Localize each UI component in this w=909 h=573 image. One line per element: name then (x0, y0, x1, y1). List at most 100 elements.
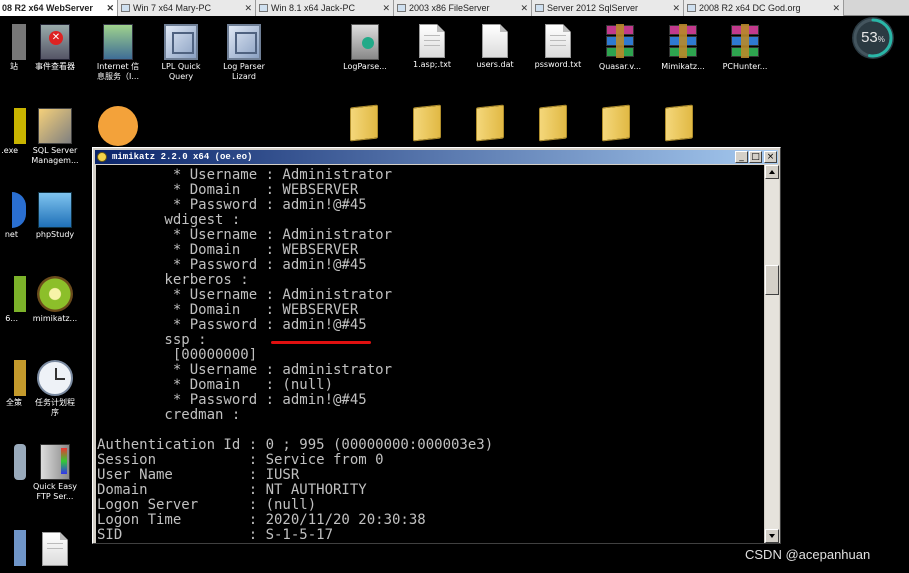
desktop-folder-4[interactable] (519, 104, 587, 142)
icon-label: Mimikatz... (661, 62, 705, 71)
console-scrollbar[interactable] (765, 165, 779, 543)
file-icon (42, 532, 68, 566)
desktop-icon-sql-server-management[interactable]: SQL Server Managem... (21, 108, 89, 166)
desktop-icon-logparse[interactable]: LogParse... (331, 24, 399, 72)
desktop-icon-task-scheduler[interactable]: 任务计划程 序 (21, 360, 89, 418)
icon-label: LPL Quick Query (161, 62, 201, 81)
scroll-down-arrow-icon[interactable] (765, 529, 779, 543)
vm-tab-win81[interactable]: Win 8.1 x64 Jack-PC ✕ (256, 0, 394, 16)
icon-label: mimikatz... (32, 314, 78, 323)
icon-label: PCHunter... (722, 62, 768, 71)
installer-icon (351, 24, 379, 60)
desktop-icon-mimikatz[interactable]: mimikatz... (21, 276, 89, 324)
icon-label: Quick Easy FTP Ser... (32, 482, 78, 501)
maximize-button[interactable]: □ (749, 151, 762, 163)
tab-close-icon[interactable]: ✕ (520, 0, 528, 16)
csdn-watermark: CSDN @acepanhuan (745, 547, 871, 562)
scroll-thumb[interactable] (765, 265, 779, 295)
console-line: * Domain : WEBSERVER (97, 302, 359, 318)
minimize-button[interactable]: _ (735, 151, 748, 163)
console-line: * Username : Administrator (97, 287, 393, 303)
desktop-icon-mimikatz-rar[interactable]: Mimikatz... (649, 24, 717, 72)
desktop-icon-phpstudy[interactable]: phpStudy (21, 192, 89, 240)
console-line: [00000000] (97, 347, 258, 363)
vm-icon (121, 4, 130, 12)
console-line: SID : S-1-5-17 (97, 527, 334, 543)
desktop-icon-lpl-quick-query[interactable]: LPL Quick Query (147, 24, 215, 82)
vm-icon (535, 4, 544, 12)
icon-label: Internet 信 息服务（I... (96, 62, 140, 81)
desktop-icon-event-viewer[interactable]: ✕ 事件查看器 (21, 24, 89, 72)
desktop-icon-iis[interactable]: Internet 信 息服务（I... (84, 24, 152, 82)
log-parser-cube-icon (227, 24, 261, 60)
red-underline-annotation (271, 341, 371, 344)
kiwi-icon (37, 276, 73, 312)
desktop-icon-quick-easy-ftp[interactable]: Quick Easy FTP Ser... (21, 444, 89, 502)
tab-label: Server 2012 SqlServer (547, 3, 639, 13)
desktop-icon-pssword-txt[interactable]: pssword.txt (524, 24, 592, 70)
icon-label: 1.asp;.txt (412, 60, 452, 69)
icon-label: 任务计划程 序 (35, 398, 75, 417)
vm-tab-2012[interactable]: Server 2012 SqlServer ✕ (532, 0, 684, 16)
console-line: * Domain : (null) (97, 377, 334, 393)
desktop-icon-pchunter[interactable]: PCHunter... (711, 24, 779, 72)
console-line: * Password : admin!@#45 (97, 197, 367, 213)
console-line: Logon Time : 2020/11/20 20:30:38 (97, 512, 426, 528)
vm-tab-dc[interactable]: 2008 R2 x64 DC God.org ✕ (684, 0, 844, 16)
icon-label: LogParse... (343, 62, 387, 71)
desktop-folder-6[interactable] (645, 104, 713, 142)
tab-label: Win 8.1 x64 Jack-PC (271, 3, 356, 13)
desktop-folder-2[interactable] (393, 104, 461, 142)
desktop-icon-file-bottom[interactable] (21, 532, 89, 566)
console-output[interactable]: * Username : Administrator * Domain : WE… (96, 165, 764, 543)
tab-close-icon[interactable]: ✕ (106, 0, 114, 16)
icon-label: users.dat (476, 60, 514, 69)
console-line: kerberos : (97, 272, 249, 288)
folder-icon (350, 104, 378, 142)
iis-icon (103, 24, 133, 60)
desktop-icon-quasar[interactable]: Quasar.v... (586, 24, 654, 72)
tab-label: 2003 x86 FileServer (409, 3, 490, 13)
mimikatz-app-icon (97, 152, 107, 162)
console-line: Domain : NT AUTHORITY (97, 482, 367, 498)
tab-label: 08 R2 x64 WebServer (2, 3, 93, 13)
tab-close-icon[interactable]: ✕ (832, 0, 840, 16)
desktop-icon-users-dat[interactable]: users.dat (461, 24, 529, 70)
winrar-archive-icon (603, 24, 637, 60)
tab-close-icon[interactable]: ✕ (244, 0, 252, 16)
gauge-readout: 53% (850, 15, 896, 61)
folder-icon (476, 104, 504, 142)
desktop-folder-3[interactable] (456, 104, 524, 142)
performance-gauge[interactable]: 53% (850, 15, 896, 61)
folder-icon (413, 104, 441, 142)
close-button[interactable]: × (764, 151, 777, 163)
desktop-icon-hippo[interactable] (84, 106, 152, 146)
hippo-icon (98, 106, 138, 146)
vm-tab-webserver[interactable]: 08 R2 x64 WebServer ✕ (0, 0, 118, 16)
desktop-folder-5[interactable] (582, 104, 650, 142)
ftp-server-icon (40, 444, 70, 480)
mimikatz-console-window[interactable]: mimikatz 2.2.0 x64 (oe.eo) _ □ × * Usern… (92, 147, 781, 544)
console-title: mimikatz 2.2.0 x64 (oe.eo) (112, 152, 253, 162)
desktop-icon-log-parser-lizard[interactable]: Log Parser Lizard (210, 24, 278, 82)
tab-close-icon[interactable]: ✕ (672, 0, 680, 16)
console-line: * Domain : WEBSERVER (97, 242, 359, 258)
gauge-value: 53 (861, 29, 878, 46)
console-line: * Password : admin!@#45 (97, 392, 367, 408)
desktop-folder-1[interactable] (330, 104, 398, 142)
folder-icon (602, 104, 630, 142)
vm-tab-win7[interactable]: Win 7 x64 Mary-PC ✕ (118, 0, 256, 16)
vm-icon (687, 4, 696, 12)
scroll-up-arrow-icon[interactable] (765, 165, 779, 179)
vm-tab-2003[interactable]: 2003 x86 FileServer ✕ (394, 0, 532, 16)
icon-label: phpStudy (35, 230, 75, 239)
desktop-icon-asp-txt[interactable]: 1.asp;.txt (398, 24, 466, 70)
console-line: * Password : admin!@#45 (97, 317, 367, 333)
console-title-bar[interactable]: mimikatz 2.2.0 x64 (oe.eo) _ □ × (95, 150, 778, 164)
phpstudy-icon (38, 192, 72, 228)
tab-label: Win 7 x64 Mary-PC (133, 3, 212, 13)
console-line: * Username : Administrator (97, 167, 393, 183)
tab-close-icon[interactable]: ✕ (382, 0, 390, 16)
console-line: Session : Service from 0 (97, 452, 384, 468)
